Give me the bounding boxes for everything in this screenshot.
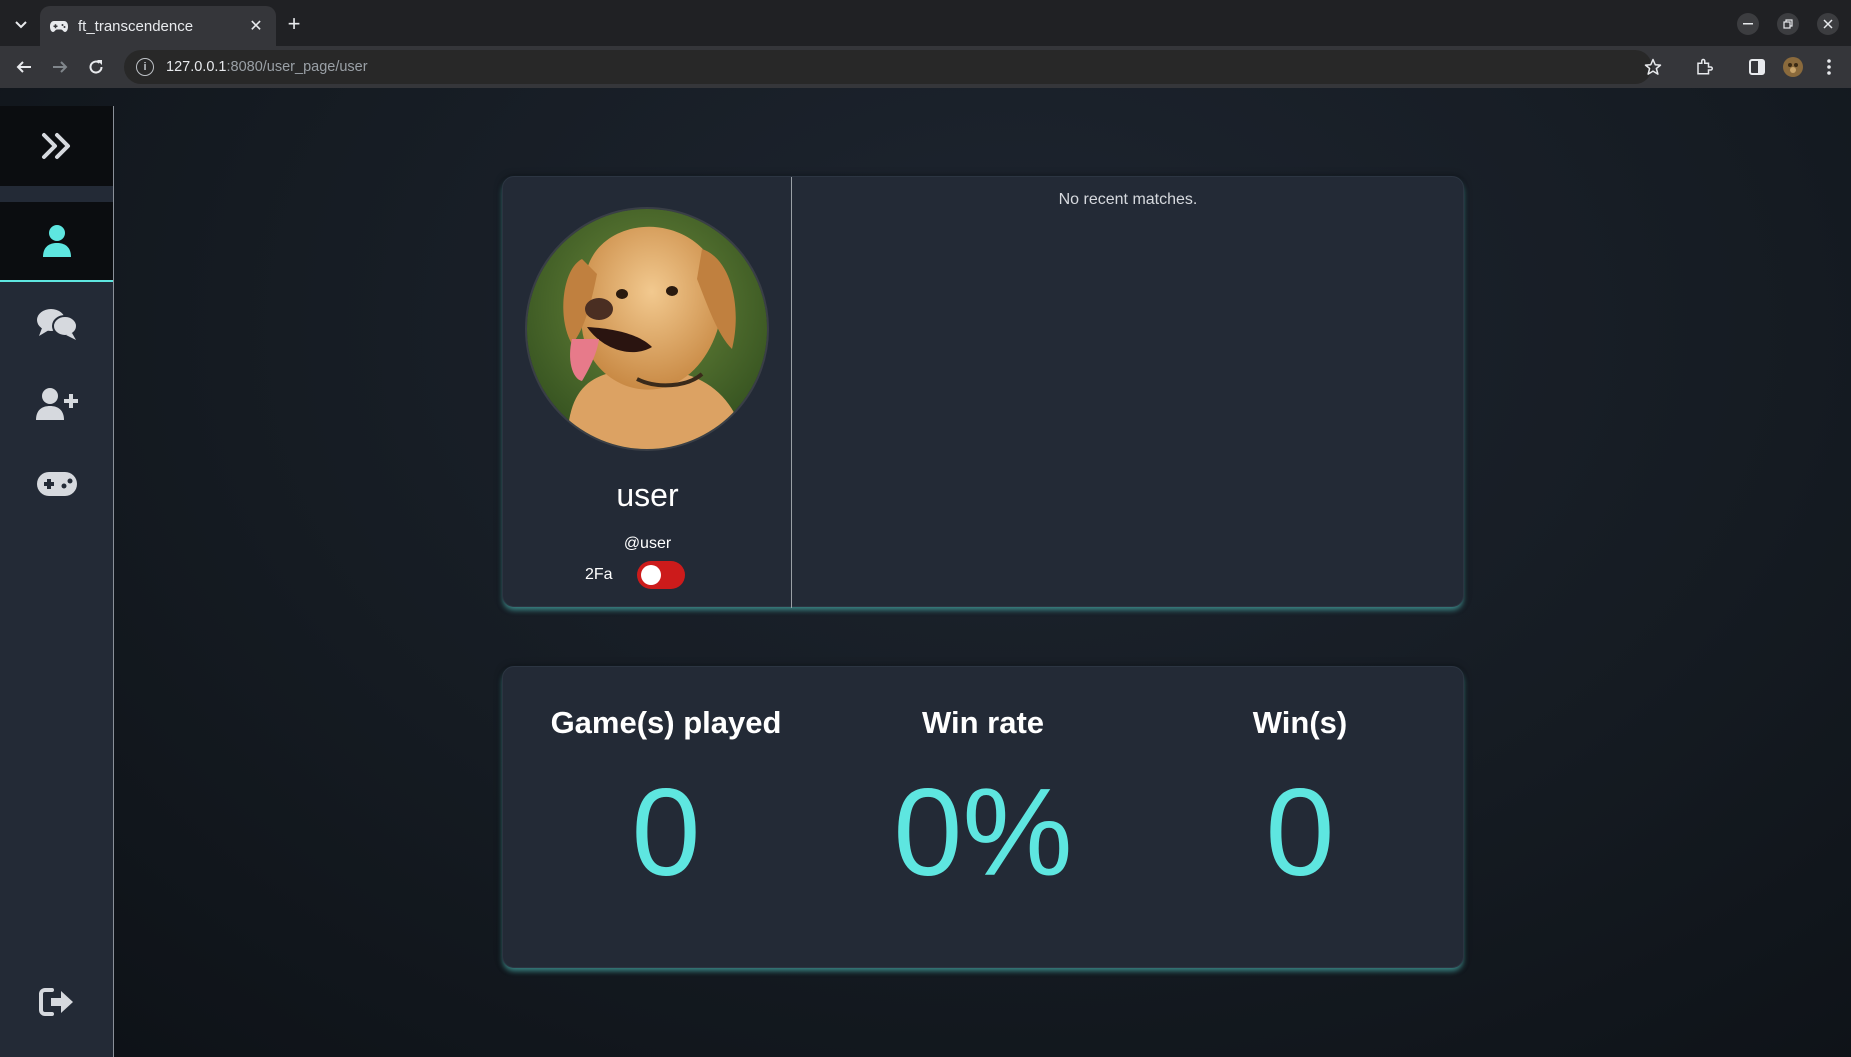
gamepad-icon — [36, 472, 77, 496]
stat-wins-value: 0 — [1265, 764, 1335, 902]
stat-games-played-value: 0 — [631, 764, 701, 902]
bookmark-star-icon[interactable] — [1642, 56, 1664, 78]
sidebar-item-add-friend[interactable] — [0, 364, 113, 444]
close-window-button[interactable] — [1817, 13, 1839, 35]
extensions-icon[interactable] — [1693, 56, 1715, 78]
stat-games-played: Game(s) played 0 — [516, 667, 816, 895]
minimize-button[interactable] — [1737, 13, 1759, 35]
site-info-icon[interactable]: i — [136, 58, 154, 76]
back-button[interactable] — [12, 55, 36, 79]
sidebar-item-game[interactable] — [0, 444, 113, 524]
sidebar-item-chat[interactable] — [0, 284, 113, 364]
browser-tab[interactable]: ft_transcendence ✕ — [40, 6, 276, 46]
restore-button[interactable] — [1777, 13, 1799, 35]
url-host: 127.0.0.1 — [166, 59, 227, 75]
profile-avatar-icon[interactable] — [1782, 56, 1804, 78]
profile-info: user @user 2Fa — [503, 177, 792, 608]
display-name: user — [616, 477, 679, 513]
close-icon — [1823, 19, 1833, 29]
stat-win-rate-label: Win rate — [921, 705, 1045, 740]
stat-wins: Win(s) 0 — [1150, 667, 1450, 895]
sidebar-toggle[interactable] — [0, 106, 113, 186]
browser-tabstrip: ft_transcendence ✕ + — [0, 0, 1851, 46]
arrow-left-icon — [16, 61, 31, 73]
forward-button[interactable] — [48, 55, 72, 79]
sidebar-item-profile[interactable] — [0, 202, 113, 282]
profile-card: user @user 2Fa No recent matches. — [502, 176, 1464, 608]
reload-icon — [89, 60, 103, 74]
tab-title: ft_transcendence — [78, 17, 194, 35]
new-tab-button[interactable]: + — [282, 11, 306, 36]
stats-card: Game(s) played 0 Win rate 0% Win(s) 0 — [502, 666, 1464, 968]
restore-icon — [1783, 19, 1793, 29]
twofa-row: 2Fa — [585, 561, 685, 589]
gamepad-favicon-icon — [50, 18, 68, 34]
minimize-icon — [1743, 23, 1753, 25]
add-user-icon — [35, 388, 78, 420]
tab-search-button[interactable] — [8, 12, 34, 38]
browser-menu-icon[interactable] — [1818, 56, 1840, 78]
sidebar-item-logout[interactable] — [0, 962, 113, 1042]
stat-win-rate-value: 0% — [893, 764, 1073, 902]
stat-wins-label: Win(s) — [1252, 705, 1348, 740]
dog-avatar-image — [527, 209, 767, 449]
login-handle: @user — [623, 535, 672, 552]
stat-win-rate: Win rate 0% — [833, 667, 1133, 895]
address-bar[interactable]: i 127.0.0.1:8080/user_page/user — [124, 50, 1652, 84]
chevron-down-icon — [15, 21, 27, 29]
double-chevron-right-icon — [41, 133, 70, 159]
stat-games-played-label: Game(s) played — [550, 705, 782, 740]
recent-matches-empty: No recent matches. — [1058, 191, 1198, 208]
url-path: :8080/user_page/user — [226, 59, 368, 75]
chat-bubbles-icon — [36, 309, 78, 340]
sidebar — [0, 106, 114, 1057]
arrow-right-icon — [53, 61, 68, 73]
side-panel-icon[interactable] — [1746, 56, 1768, 78]
reload-button[interactable] — [84, 55, 108, 79]
user-icon — [42, 225, 71, 257]
twofa-label: 2Fa — [585, 566, 613, 583]
toggle-knob — [640, 565, 661, 585]
avatar — [525, 207, 769, 451]
tab-close-icon[interactable]: ✕ — [246, 16, 266, 36]
browser-toolbar: i 127.0.0.1:8080/user_page/user — [0, 46, 1851, 88]
page-content: user @user 2Fa No recent matches. Game(s… — [0, 88, 1851, 1057]
logout-icon — [38, 988, 73, 1016]
twofa-toggle[interactable] — [636, 561, 685, 589]
